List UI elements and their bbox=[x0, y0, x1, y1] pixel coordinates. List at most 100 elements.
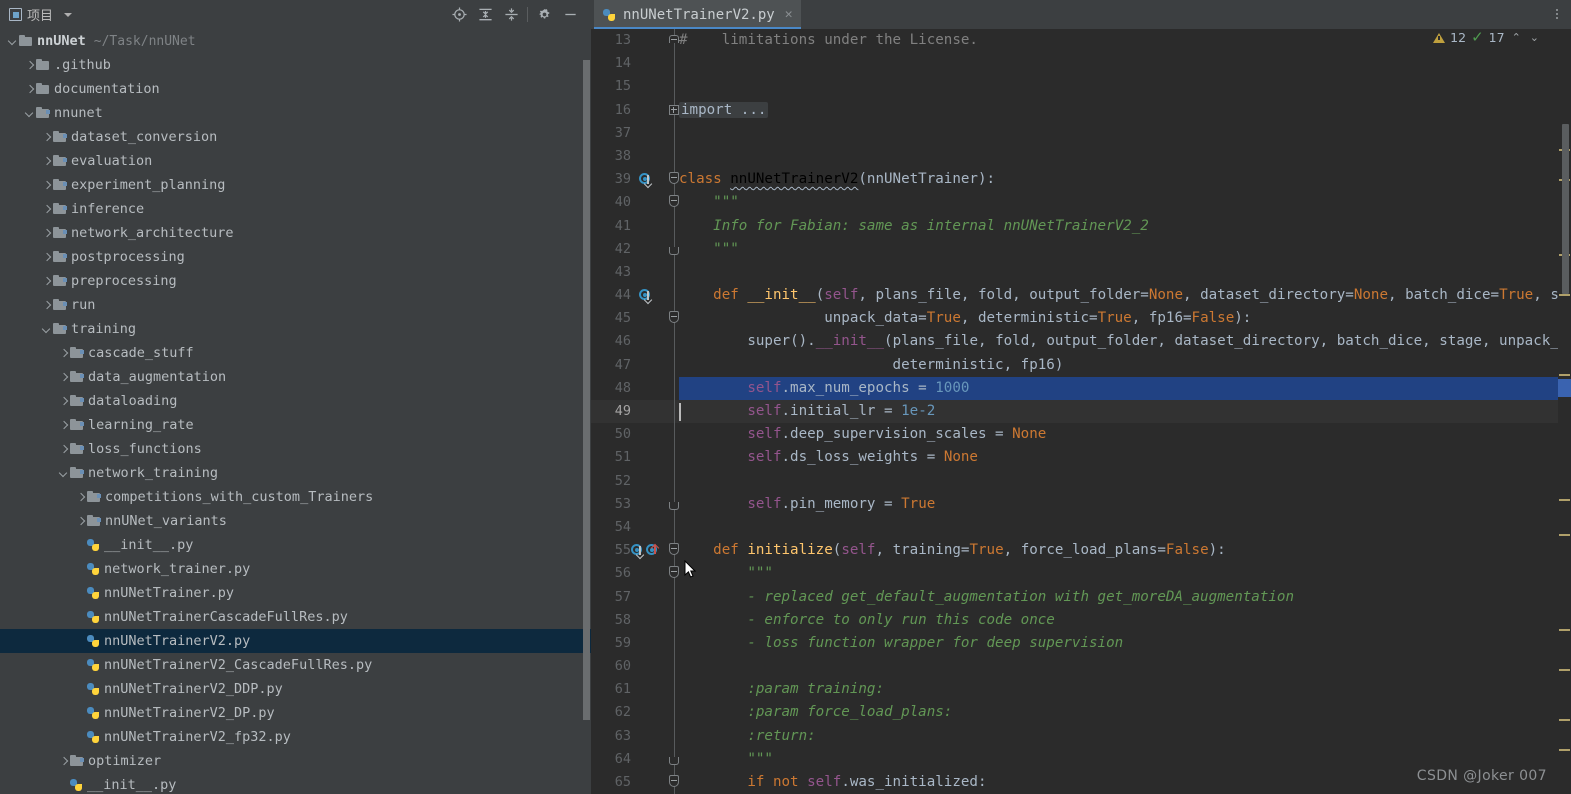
code-line[interactable]: 62 :param force_load_plans: bbox=[591, 701, 1571, 725]
tree-item-learning-rate[interactable]: learning_rate bbox=[0, 413, 591, 437]
tree-item-optimizer[interactable]: optimizer bbox=[0, 749, 591, 773]
code-line[interactable]: 13 # limitations under the License. bbox=[591, 29, 1571, 53]
tree-item-dataset-conversion[interactable]: dataset_conversion bbox=[0, 125, 591, 149]
tree-item-nnunettrainerv2-fp32-py[interactable]: nnUNetTrainerV2_fp32.py bbox=[0, 725, 591, 749]
tree-item-inference[interactable]: inference bbox=[0, 197, 591, 221]
chevron-right-icon[interactable] bbox=[57, 419, 70, 432]
tree-item-nnunettrainerv2-dp-py[interactable]: nnUNetTrainerV2_DP.py bbox=[0, 701, 591, 725]
code-line[interactable]: 54 bbox=[591, 515, 1571, 540]
overriding-method-icon[interactable] bbox=[639, 289, 651, 301]
chevron-right-icon[interactable] bbox=[40, 155, 53, 168]
chevron-right-icon[interactable] bbox=[40, 275, 53, 288]
inspection-marker[interactable] bbox=[1559, 294, 1570, 296]
chevron-down-icon[interactable] bbox=[64, 12, 73, 17]
code-editor[interactable]: 13 # limitations under the License. 14 15 16… bbox=[591, 29, 1571, 794]
code-line[interactable]: 48 self.max_num_epochs = 1000 bbox=[591, 376, 1571, 400]
settings-gear-icon[interactable] bbox=[531, 2, 557, 28]
code-line[interactable]: 57 - replaced get_default_augmentation w… bbox=[591, 585, 1571, 609]
tree-item-network-training[interactable]: network_training bbox=[0, 461, 591, 485]
chevron-right-icon[interactable] bbox=[40, 131, 53, 144]
chevron-right-icon[interactable] bbox=[57, 347, 70, 360]
inspection-marker[interactable] bbox=[1559, 374, 1570, 376]
chevron-right-icon[interactable] bbox=[74, 491, 87, 504]
chevron-right-icon[interactable] bbox=[57, 755, 70, 768]
chevron-right-icon[interactable] bbox=[74, 515, 87, 528]
code-line[interactable]: 38 bbox=[591, 144, 1571, 169]
chevron-right-icon[interactable] bbox=[40, 179, 53, 192]
chevron-right-icon[interactable] bbox=[40, 227, 53, 240]
chevron-down-icon[interactable] bbox=[40, 323, 53, 336]
overriding-method-icon[interactable] bbox=[639, 173, 651, 185]
inspection-marker[interactable] bbox=[1559, 719, 1570, 721]
code-line[interactable]: 58 - enforce to only run this code once bbox=[591, 608, 1571, 632]
tree-item-evaluation[interactable]: evaluation bbox=[0, 149, 591, 173]
tree-item-network-trainer-py[interactable]: network_trainer.py bbox=[0, 557, 591, 581]
code-line[interactable]: 49 self.initial_lr = 1e-2 bbox=[591, 400, 1571, 424]
code-line[interactable]: 61 :param training: bbox=[591, 678, 1571, 702]
code-line[interactable]: 44 def __init__(self, plans_file, fold, … bbox=[591, 284, 1571, 308]
code-line[interactable]: 43 bbox=[591, 260, 1571, 285]
code-line[interactable]: 16 import ... bbox=[591, 98, 1571, 122]
selection-marker[interactable] bbox=[1558, 379, 1571, 397]
chevron-right-icon[interactable] bbox=[57, 395, 70, 408]
more-options-icon[interactable] bbox=[1549, 5, 1565, 23]
code-line[interactable]: 51 self.ds_loss_weights = None bbox=[591, 446, 1571, 470]
code-line[interactable]: 14 bbox=[591, 52, 1571, 76]
hide-panel-icon[interactable] bbox=[557, 2, 583, 28]
tree-item-nnunettrainercascadefullres-py[interactable]: nnUNetTrainerCascadeFullRes.py bbox=[0, 605, 591, 629]
overridden-method-icon[interactable] bbox=[646, 544, 658, 556]
inspection-marker[interactable] bbox=[1559, 669, 1570, 671]
tree-item-init-py[interactable]: __init__.py bbox=[0, 533, 591, 557]
chevron-down-icon[interactable] bbox=[23, 107, 36, 120]
tree-item-experiment-planning[interactable]: experiment_planning bbox=[0, 173, 591, 197]
project-title-group[interactable]: 项目 bbox=[0, 5, 73, 24]
editor-marker-scrollbar[interactable] bbox=[1558, 29, 1571, 794]
tree-item-nnunet[interactable]: nnUNet ~/Task/nnUNet bbox=[0, 29, 591, 53]
tree-item-nnunettrainerv2-py[interactable]: nnUNetTrainerV2.py bbox=[0, 629, 591, 653]
chevron-down-icon[interactable] bbox=[6, 35, 19, 48]
tree-item-run[interactable]: run bbox=[0, 293, 591, 317]
code-line[interactable]: 56 """ bbox=[591, 562, 1571, 586]
inspection-marker[interactable] bbox=[1559, 534, 1570, 536]
chevron-right-icon[interactable] bbox=[23, 59, 36, 72]
tree-item-nnunettrainerv2-cascadefullres-py[interactable]: nnUNetTrainerV2_CascadeFullRes.py bbox=[0, 653, 591, 677]
code-line[interactable]: 46 super().__init__(plans_file, fold, ou… bbox=[591, 330, 1571, 354]
code-line[interactable]: 42 """ bbox=[591, 237, 1571, 261]
tree-item-competitions-with-custom-trainers[interactable]: competitions_with_custom_Trainers bbox=[0, 485, 591, 509]
tree-item-nnunettrainerv2-ddp-py[interactable]: nnUNetTrainerV2_DDP.py bbox=[0, 677, 591, 701]
chevron-right-icon[interactable] bbox=[40, 251, 53, 264]
inspection-status-widget[interactable]: 12 ✓ 17 ⌃ ⌄ bbox=[1433, 30, 1541, 45]
code-line[interactable]: 41 Info for Fabian: same as internal nnU… bbox=[591, 214, 1571, 238]
overriding-method-icon[interactable] bbox=[631, 544, 643, 556]
tree-item-nnunet[interactable]: nnunet bbox=[0, 101, 591, 125]
tree-item-documentation[interactable]: documentation bbox=[0, 77, 591, 101]
editor-tab-nnunettrainerv2[interactable]: nnUNetTrainerV2.py ✕ bbox=[594, 0, 801, 29]
tree-item-init-py[interactable]: __init__.py bbox=[0, 773, 591, 794]
code-line[interactable]: 60 bbox=[591, 655, 1571, 679]
inspection-marker[interactable] bbox=[1559, 629, 1570, 631]
locate-file-icon[interactable] bbox=[446, 2, 472, 28]
code-line[interactable]: 39 class nnUNetTrainerV2(nnUNetTrainer): bbox=[591, 168, 1571, 192]
tree-item-network-architecture[interactable]: network_architecture bbox=[0, 221, 591, 245]
code-line[interactable]: 37 bbox=[591, 121, 1571, 145]
project-tree[interactable]: nnUNet ~/Task/nnUNet .github documentation n… bbox=[0, 29, 591, 794]
chevron-right-icon[interactable] bbox=[23, 83, 36, 96]
tree-item-nnunet-variants[interactable]: nnUNet_variants bbox=[0, 509, 591, 533]
tree-item-cascade-stuff[interactable]: cascade_stuff bbox=[0, 341, 591, 365]
inspection-marker[interactable] bbox=[1559, 749, 1570, 751]
code-line[interactable]: 40 """ bbox=[591, 191, 1571, 215]
code-line[interactable]: 53 self.pin_memory = True bbox=[591, 492, 1571, 516]
code-line[interactable]: 15 bbox=[591, 75, 1571, 99]
editor-scrollbar-thumb[interactable] bbox=[1562, 124, 1569, 294]
collapse-all-icon[interactable] bbox=[498, 2, 524, 28]
code-line[interactable]: 59 - loss function wrapper for deep supe… bbox=[591, 631, 1571, 656]
tree-item-preprocessing[interactable]: preprocessing bbox=[0, 269, 591, 293]
chevron-right-icon[interactable] bbox=[57, 443, 70, 456]
code-line[interactable]: 52 bbox=[591, 469, 1571, 493]
tree-item-dataloading[interactable]: dataloading bbox=[0, 389, 591, 413]
close-icon[interactable]: ✕ bbox=[785, 7, 793, 22]
chevron-right-icon[interactable] bbox=[40, 203, 53, 216]
tree-item-postprocessing[interactable]: postprocessing bbox=[0, 245, 591, 269]
code-line[interactable]: 45 unpack_data=True, deterministic=True,… bbox=[591, 307, 1571, 331]
tree-item-training[interactable]: training bbox=[0, 317, 591, 341]
